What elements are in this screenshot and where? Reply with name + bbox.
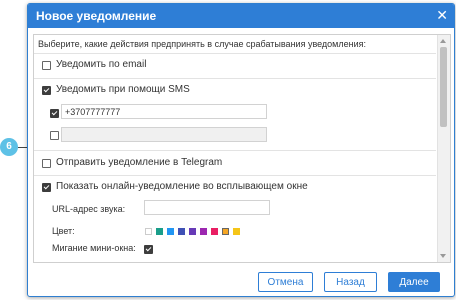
color-palette [145, 228, 255, 237]
color-swatch[interactable] [167, 228, 174, 235]
divider [34, 175, 436, 176]
sound-url-input[interactable] [144, 200, 270, 215]
next-button[interactable]: Далее [388, 272, 440, 292]
back-button[interactable]: Назад [324, 272, 377, 292]
color-swatch[interactable] [211, 228, 218, 235]
color-swatch[interactable] [189, 228, 196, 235]
dialog-title: Новое уведомление [36, 9, 157, 23]
divider [34, 150, 436, 151]
sound-url-label: URL-адрес звука: [52, 204, 126, 214]
blink-checkbox[interactable] [144, 245, 153, 254]
sms-checkbox[interactable] [42, 86, 51, 95]
notification-dialog: Новое уведомление ✕ Выберите, какие дейс… [27, 3, 455, 297]
scroll-down-icon[interactable] [440, 254, 446, 258]
color-swatch[interactable] [222, 228, 229, 235]
divider [34, 78, 436, 79]
scroll-up-icon[interactable] [440, 39, 446, 43]
close-icon[interactable]: ✕ [436, 7, 448, 24]
phone-1-checkbox[interactable] [50, 109, 59, 118]
color-swatch[interactable] [200, 228, 207, 235]
email-label: Уведомить по email [56, 59, 147, 70]
telegram-label: Отправить уведомление в Telegram [56, 157, 223, 168]
phone-1-input[interactable]: +3707777777 [61, 104, 267, 119]
vertical-scrollbar[interactable] [437, 35, 450, 262]
intro-text: Выберите, какие действия предпринять в с… [38, 39, 366, 49]
dialog-titlebar: Новое уведомление ✕ [28, 4, 454, 28]
scroll-thumb[interactable] [440, 47, 447, 127]
callout-marker: 6 [0, 138, 18, 156]
color-swatch[interactable] [178, 228, 185, 235]
sms-label: Уведомить при помощи SMS [56, 84, 190, 95]
color-label: Цвет: [52, 226, 75, 236]
color-swatch[interactable] [145, 228, 152, 235]
color-swatch[interactable] [233, 228, 240, 235]
divider [34, 53, 436, 54]
color-swatch[interactable] [156, 228, 163, 235]
telegram-checkbox[interactable] [42, 159, 51, 168]
email-checkbox[interactable] [42, 61, 51, 70]
phone-2-checkbox[interactable] [50, 131, 59, 140]
phone-2-input[interactable] [61, 127, 267, 142]
popup-label: Показать онлайн-уведомление во всплывающ… [56, 181, 308, 192]
cancel-button[interactable]: Отмена [258, 272, 313, 292]
actions-panel: Выберите, какие действия предпринять в с… [33, 34, 451, 263]
popup-checkbox[interactable] [42, 183, 51, 192]
blink-label: Мигание мини-окна: [52, 243, 136, 253]
